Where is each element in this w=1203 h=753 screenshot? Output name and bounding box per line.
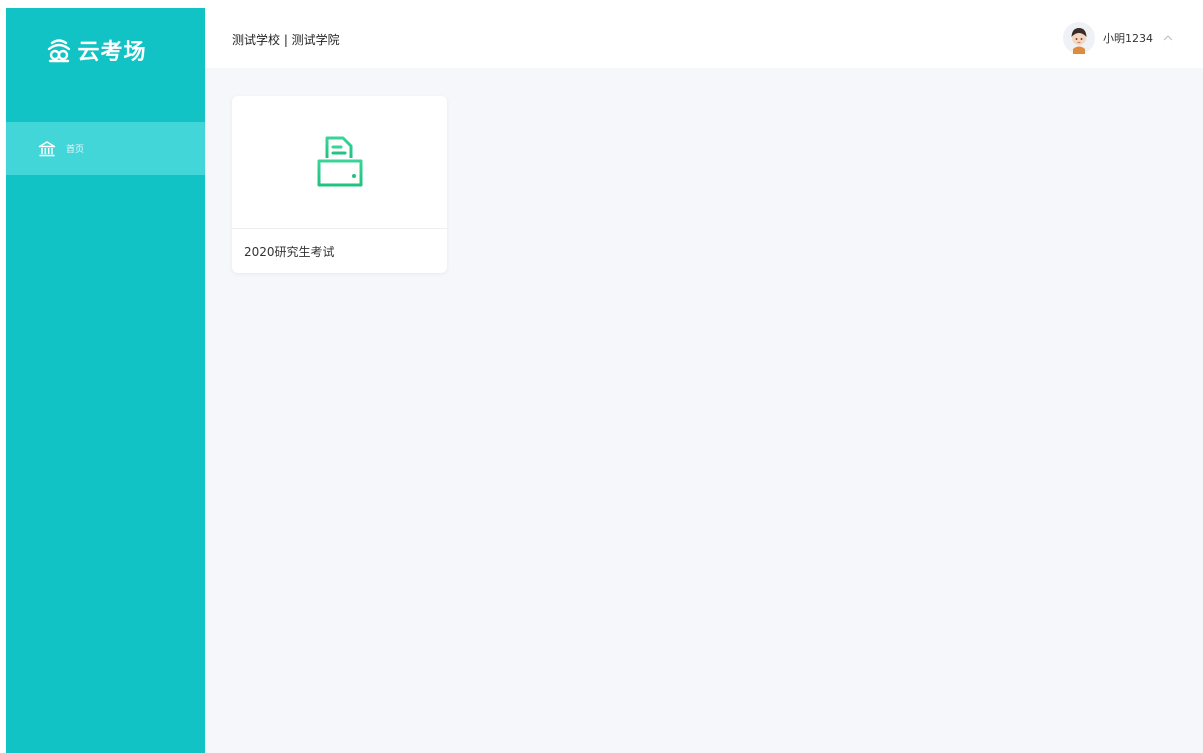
sidebar: 云考场 首页 (6, 8, 205, 753)
app: 云考场 首页 测试学校 | 测试学院 小明1234 2020研究生考试 (6, 8, 1203, 753)
logo-icon (48, 39, 71, 63)
chevron-up-icon (1163, 35, 1173, 41)
exam-title: 2020研究生考试 (244, 245, 335, 259)
username: 小明1234 (1103, 32, 1153, 45)
user-menu[interactable]: 小明1234 (1063, 22, 1173, 54)
printer-document-icon (317, 136, 362, 187)
logo-text: 云考场 (77, 40, 147, 65)
topbar: 测试学校 | 测试学院 小明1234 (205, 8, 1203, 68)
sidebar-item-home[interactable]: 首页 (6, 122, 205, 175)
avatar-boy-icon (1063, 22, 1095, 54)
sidebar-item-label: 首页 (66, 145, 85, 155)
home-bank-icon (38, 140, 56, 156)
main-content: 测试学校 | 测试学院 小明1234 2020研究生考试 (205, 8, 1203, 753)
logo: 云考场 (6, 8, 205, 92)
school-name: 测试学校 | 测试学院 (232, 33, 340, 47)
exam-card[interactable]: 2020研究生考试 (232, 96, 447, 273)
exam-card-cover (232, 96, 447, 229)
